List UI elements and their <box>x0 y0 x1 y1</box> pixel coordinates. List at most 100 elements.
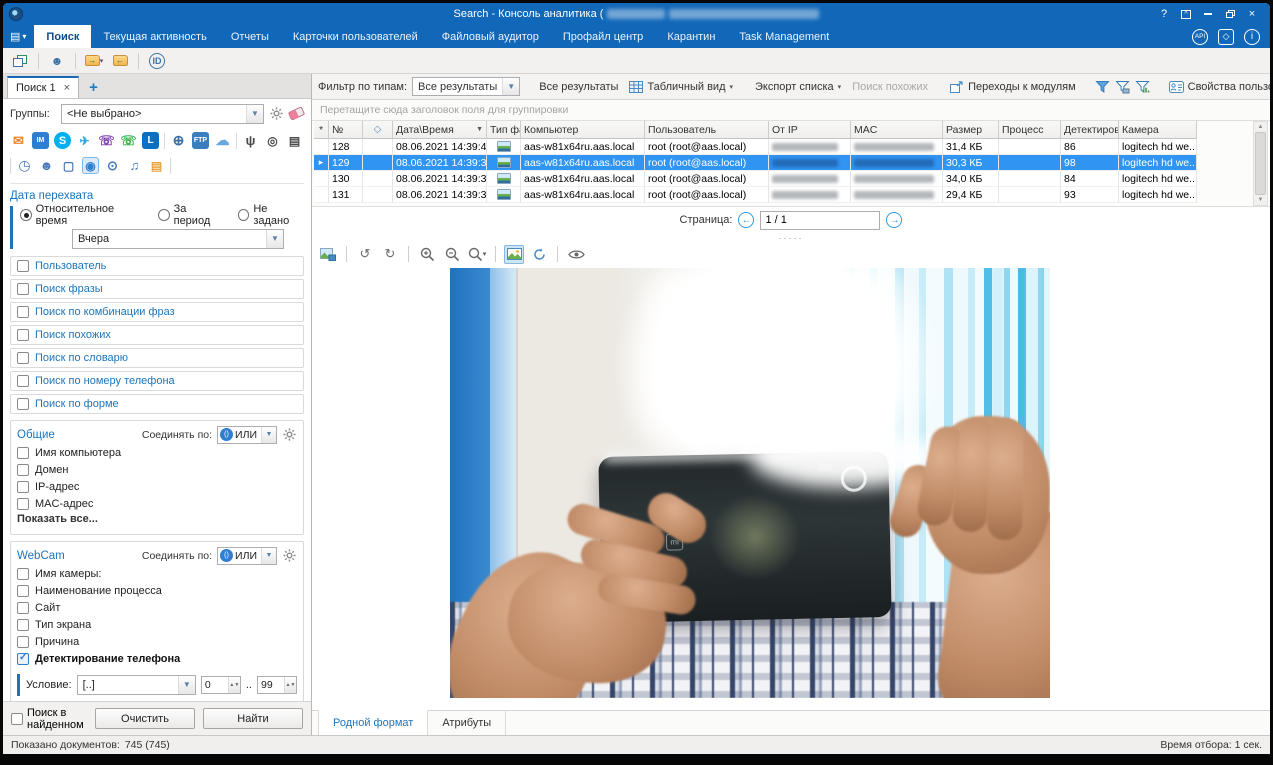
minimize-button[interactable] <box>1198 6 1218 22</box>
eraser-icon[interactable] <box>288 106 305 120</box>
checkbox[interactable] <box>17 602 29 614</box>
condition-operator-select[interactable]: [..] ▼ <box>77 675 196 695</box>
search-tab-1[interactable]: Поиск 1 × <box>7 76 79 98</box>
checkbox[interactable] <box>17 447 29 459</box>
checkbox[interactable] <box>17 568 29 580</box>
panel-phrase-combo-search[interactable]: Поиск по комбинации фраз <box>10 302 304 322</box>
package-icon[interactable]: ◇ <box>1218 29 1234 45</box>
join-by-select[interactable]: () ИЛИ ▼ <box>217 426 277 444</box>
checkbox[interactable] <box>17 636 29 648</box>
filter-user-icon[interactable] <box>1095 80 1110 94</box>
menu-tab-task-management[interactable]: Task Management <box>727 25 841 48</box>
search-by-id-button[interactable]: ID <box>146 51 168 71</box>
column-header-detected[interactable]: Детектирова <box>1061 121 1119 139</box>
checkbox-checked[interactable] <box>17 653 29 665</box>
files-channel-icon[interactable]: ▤ <box>148 157 165 174</box>
user-search-button[interactable]: ☻ <box>46 51 68 71</box>
checkbox[interactable] <box>17 352 29 364</box>
scroll-up-icon[interactable]: ▲ <box>1258 124 1264 130</box>
viber-channel-icon[interactable]: ☏ <box>98 132 115 149</box>
radio-period[interactable]: За период <box>158 203 224 227</box>
splitter-handle[interactable]: ····· <box>312 233 1270 242</box>
ftp-channel-icon[interactable]: FTP <box>192 132 209 149</box>
view-mode-button[interactable]: Табличный вид ▾ <box>626 77 736 97</box>
menu-tab-user-cards[interactable]: Карточки пользователей <box>281 25 430 48</box>
clear-button[interactable]: Очистить <box>95 708 195 729</box>
checkbox-search-in-found[interactable]: Поиск в найденном <box>11 707 87 731</box>
image-viewer[interactable]: mi <box>312 266 1270 710</box>
info-icon[interactable]: i <box>1244 29 1260 45</box>
table-row-selected[interactable]: ▸ 129 08.06.2021 14:39:38 aas-w81x64ru.a… <box>314 155 1197 171</box>
prev-page-button[interactable]: ← <box>738 212 754 228</box>
keylogger-channel-icon[interactable]: ♫ <box>126 157 143 174</box>
page-input[interactable] <box>760 211 880 230</box>
pin-window-button[interactable]: ^ <box>1176 6 1196 22</box>
zoom-in-button[interactable] <box>417 245 437 264</box>
checkbox[interactable] <box>17 260 29 272</box>
save-image-button[interactable] <box>318 245 338 264</box>
checkbox-mac-address[interactable]: MAC-адрес <box>17 496 297 513</box>
next-page-button[interactable]: → <box>886 212 902 228</box>
menu-tab-profile-center[interactable]: Профайл центр <box>551 25 655 48</box>
column-header-star[interactable]: * <box>314 121 329 139</box>
checkbox[interactable] <box>17 306 29 318</box>
http-channel-icon[interactable]: ⊕ <box>170 132 187 149</box>
im-channel-icon[interactable]: IM <box>32 132 49 149</box>
zoom-level-button[interactable]: ▾ <box>467 245 487 264</box>
checkbox-site[interactable]: Сайт <box>17 600 297 617</box>
search-similar-button[interactable]: Поиск похожих <box>849 77 931 97</box>
close-button[interactable]: × <box>1242 6 1262 22</box>
radio-not-set[interactable]: Не задано <box>238 203 304 227</box>
column-header-camera[interactable]: Камера <box>1119 121 1197 139</box>
app-menu-button[interactable]: ▤ ▾ <box>3 25 34 48</box>
checkbox-phone-detection[interactable]: Детектирование телефона <box>17 651 297 668</box>
device-search-channel-icon[interactable]: ◎ <box>264 132 281 149</box>
webcam-channel-icon[interactable]: ◉ <box>82 157 99 174</box>
checkbox[interactable] <box>17 481 29 493</box>
export-query-button[interactable]: →▾ <box>83 51 105 71</box>
groups-select[interactable]: <Не выбрано> ▼ <box>61 104 264 124</box>
checkbox[interactable] <box>17 398 29 410</box>
checkbox-domain[interactable]: Домен <box>17 462 297 479</box>
column-header-process[interactable]: Процесс <box>999 121 1061 139</box>
date-preset-select[interactable]: Вчера ▼ <box>72 229 284 249</box>
scrollbar-thumb[interactable] <box>1255 132 1266 195</box>
fit-to-window-button[interactable] <box>504 245 524 264</box>
column-header-type[interactable]: Тип фа <box>487 121 521 139</box>
column-header-num[interactable]: № <box>329 121 363 139</box>
filter-by-type-select[interactable]: Все результаты ▼ <box>412 77 520 96</box>
checkbox[interactable] <box>17 329 29 341</box>
checkbox-camera-name[interactable]: Имя камеры: <box>17 566 297 583</box>
export-list-button[interactable]: Экспорт списка ▾ <box>752 77 844 97</box>
whatsapp-channel-icon[interactable]: ☏ <box>120 132 137 149</box>
radio-relative-time[interactable]: Относительное время <box>20 203 144 227</box>
user-properties-button[interactable]: Свойства пользо... <box>1166 77 1270 97</box>
results-scope-button[interactable]: Все результаты <box>536 77 621 97</box>
checkbox[interactable] <box>17 498 29 510</box>
checkbox-ip-address[interactable]: IP-адрес <box>17 479 297 496</box>
table-scrollbar[interactable]: ▲ ▼ <box>1253 121 1268 206</box>
cloud-channel-icon[interactable]: ☁ <box>214 132 231 149</box>
join-by-select[interactable]: () ИЛИ ▼ <box>217 547 277 565</box>
skype-channel-icon[interactable]: S <box>54 132 71 149</box>
table-row[interactable]: 128 08.06.2021 14:39:41 aas-w81x64ru.aas… <box>314 139 1197 155</box>
api-icon[interactable]: API <box>1192 29 1208 45</box>
zoom-out-button[interactable] <box>442 245 462 264</box>
user-activity-channel-icon[interactable]: ☻ <box>38 157 55 174</box>
tab-native-format[interactable]: Родной формат <box>318 710 428 735</box>
checkbox[interactable] <box>17 619 29 631</box>
column-header-size[interactable]: Размер <box>943 121 999 139</box>
tab-attributes[interactable]: Атрибуты <box>428 711 506 735</box>
panel-form-search[interactable]: Поиск по форме <box>10 394 304 414</box>
spinner-arrows-icon[interactable]: ▲▼ <box>228 677 240 693</box>
column-header-computer[interactable]: Компьютер <box>521 121 645 139</box>
column-header-ip[interactable]: От IP <box>769 121 851 139</box>
column-header-user[interactable]: Пользователь <box>645 121 769 139</box>
panel-dictionary-search[interactable]: Поиск по словарю <box>10 348 304 368</box>
checkbox[interactable] <box>17 375 29 387</box>
panel-phrase-search[interactable]: Поиск фразы <box>10 279 304 299</box>
rotate-right-button[interactable]: ↻ <box>380 245 400 264</box>
cascade-windows-button[interactable] <box>9 51 31 71</box>
import-query-button[interactable]: ← <box>109 51 131 71</box>
checkbox[interactable] <box>17 464 29 476</box>
